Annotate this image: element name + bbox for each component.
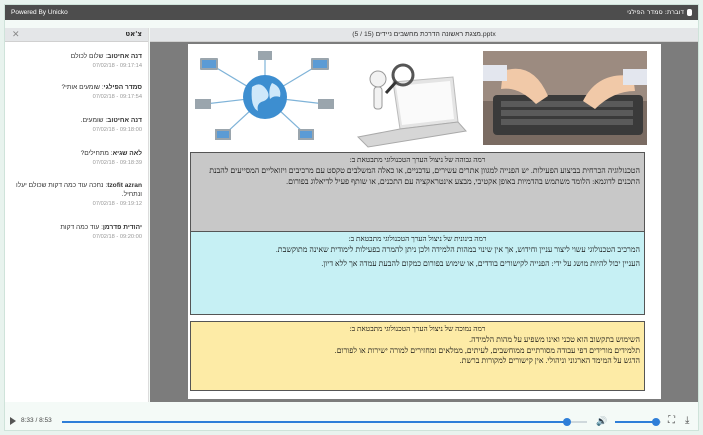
message-time: 07/02/18 - 09:17:14 (92, 63, 142, 69)
volume-handle[interactable] (652, 418, 661, 426)
slide: רמה גבוהה של ניצול הערך הטכנולוגי מתבטאת… (188, 44, 661, 399)
box-heading: רמה נמוכה של ניצול הערך הטכנולוגי מתבטאת… (349, 324, 486, 333)
box-text: הדגש על המימד הארגוני וניהולי. אין קישור… (459, 356, 640, 365)
message-text: שומעים אותי? (61, 84, 100, 91)
high-level-box: רמה גבוהה של ניצול הערך הטכנולוגי מתבטאת… (190, 152, 645, 232)
time-display: 8:33 / 8:53 (21, 417, 52, 424)
chat-message: tzofit azran: נחכה עוד כמה דקות שכולם יע… (4, 181, 148, 207)
message-time: 07/02/18 - 09:18:39 (92, 160, 142, 166)
speaker-label: דוברת: סמדר הפילגי (627, 8, 684, 16)
message-time: 07/02/18 - 09:17:54 (92, 94, 142, 100)
speaker-indicator: דוברת: סמדר הפילגי (627, 8, 692, 16)
chat-message: דנה אחיטוב: שומעים. 07/02/18 - 09:18:00 (4, 116, 148, 133)
chat-message: דנה אחיטוב: שלום לכולם 07/02/18 - 09:17:… (4, 52, 148, 69)
chat-panel: ✕ צ'אט דנה אחיטוב: שלום לכולם 07/02/18 -… (5, 28, 149, 402)
chat-message: יהודית פדרמן: עוד כמה דקות 07/02/18 - 09… (4, 223, 148, 240)
top-bar: Powered By Unicko דוברת: סמדר הפילגי (5, 5, 698, 20)
box-text: המרכיב הטכנולוגי עשוי ליצור עניין וחידוש… (275, 245, 640, 254)
box-text: הטכנולוגיה הכרחית בביצוע הפעילות. יש הפנ… (209, 166, 640, 186)
message-author: דנה אחיטוב (107, 53, 142, 60)
close-icon[interactable]: ✕ (12, 30, 20, 40)
volume-fill (615, 421, 657, 423)
box-text: השימוש בתקשוב הוא טכני ואינו משפיע על מה… (469, 335, 640, 344)
powered-by: Powered By Unicko (11, 9, 68, 16)
message-author: לאה שגיא (112, 150, 142, 157)
play-icon[interactable] (10, 417, 16, 425)
message-time: 07/02/18 - 09:20:00 (92, 234, 142, 240)
presentation-area: (5 / 15) מצגת ראשונה הדרכת מחשבים ניידים… (150, 28, 698, 402)
volume-slider[interactable] (615, 418, 661, 426)
volume-icon[interactable]: 🔊 (596, 416, 607, 427)
message-text: שלום לכולם (70, 53, 104, 60)
progress-fill (62, 421, 568, 423)
chat-message: לאה שגיא: מתחילים? 07/02/18 - 09:18:39 (4, 149, 148, 166)
presentation-title: (5 / 15) מצגת ראשונה הדרכת מחשבים ניידים… (352, 31, 496, 38)
typing-hands-image (483, 51, 647, 145)
message-text: עוד כמה דקות (60, 224, 100, 231)
progress-handle[interactable] (563, 418, 572, 426)
player-controls: 8:33 / 8:53 🔊 ⛶ ⤓ (5, 413, 698, 429)
network-globe-image (190, 49, 340, 145)
message-text: שומעים. (80, 117, 104, 124)
message-time: 07/02/18 - 09:18:00 (92, 127, 142, 133)
low-level-box: רמה נמוכה של ניצול הערך הטכנולוגי מתבטאת… (190, 321, 645, 391)
chat-title: צ'אט (125, 30, 142, 38)
message-text: מתחילים? (80, 150, 109, 157)
chat-message: סמדר הפילגי: שומעים אותי? 07/02/18 - 09:… (4, 83, 148, 100)
microphone-icon (687, 8, 692, 16)
box-text: תלמידים מורידים דפי עבודה מסורתיים ממוחש… (334, 345, 640, 355)
chat-header: ✕ צ'אט (5, 28, 148, 42)
box-text: העניין יכול להיות מושג על ידי: הפנייה לק… (321, 258, 640, 268)
message-author: tzofit azran (107, 182, 142, 189)
download-icon[interactable]: ⤓ (685, 415, 689, 426)
message-author: דנה אחיטוב (107, 117, 142, 124)
box-heading: רמה בינונית של ניצול הערך הטכנולוגי מתבט… (348, 234, 487, 243)
box-heading: רמה גבוהה של ניצול הערך הטכנולוגי מתבטאת… (349, 155, 486, 164)
message-author: סמדר הפילגי (103, 84, 142, 91)
laptop-magnifier-image (348, 57, 470, 148)
presentation-header: (5 / 15) מצגת ראשונה הדרכת מחשבים ניידים… (150, 28, 698, 42)
progress-bar[interactable] (62, 418, 587, 426)
medium-level-box: רמה בינונית של ניצול הערך הטכנולוגי מתבט… (190, 231, 645, 315)
message-author: יהודית פדרמן (102, 224, 142, 231)
fullscreen-icon[interactable]: ⛶ (668, 415, 675, 426)
message-time: 07/02/18 - 09:19:12 (92, 201, 142, 207)
